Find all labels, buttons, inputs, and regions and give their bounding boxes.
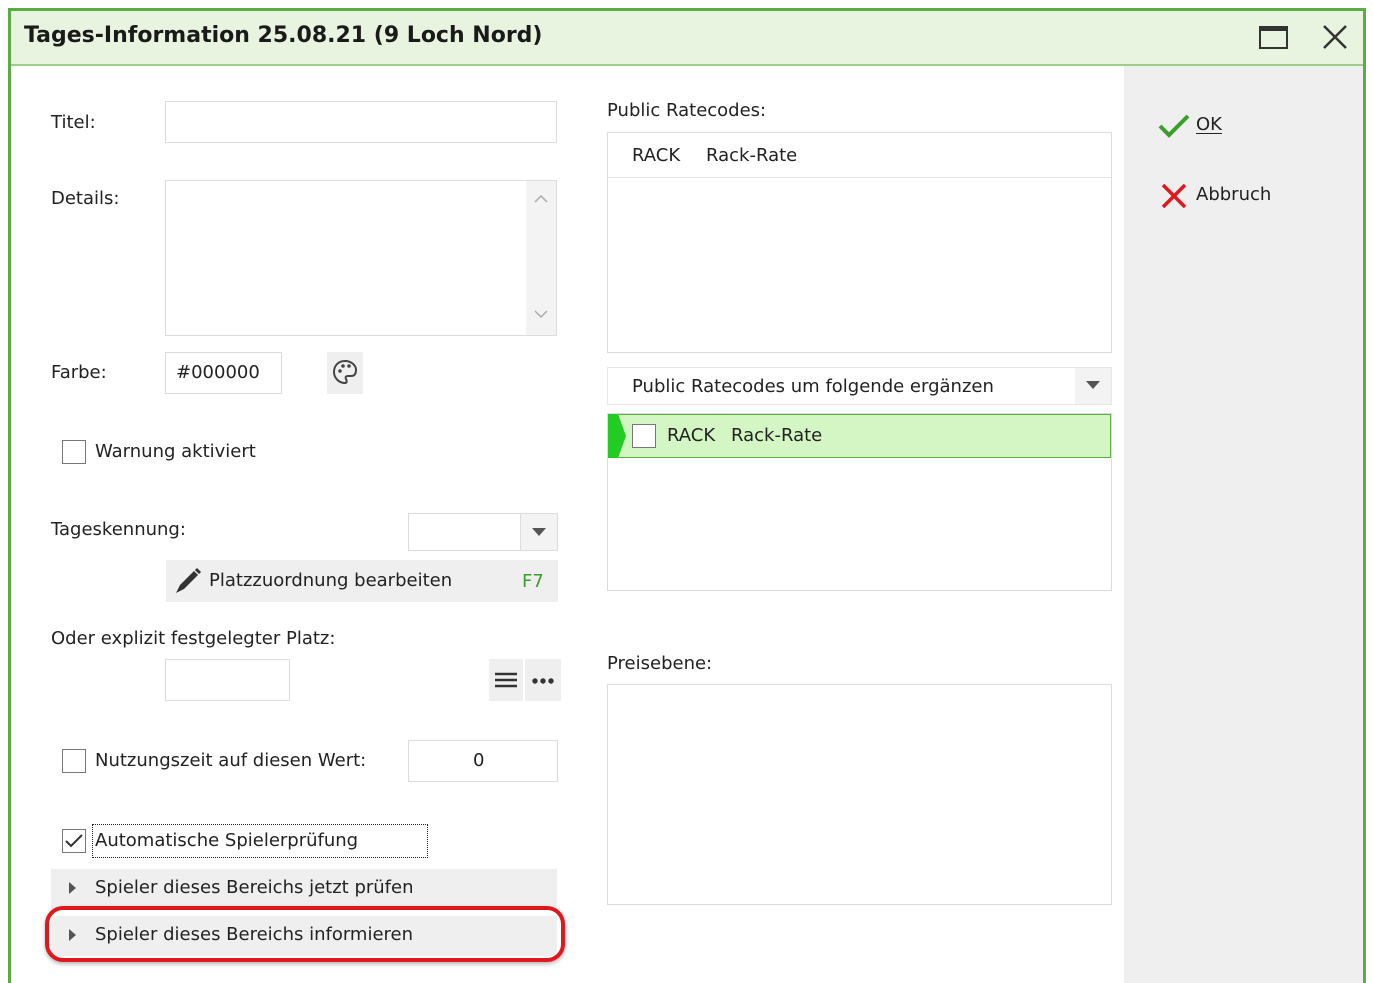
title-bar: Tages-Information 25.08.21 (9 Loch Nord) — [11, 11, 1363, 66]
extra-ratecode-checkbox[interactable] — [632, 424, 656, 448]
platz-list-button[interactable] — [489, 659, 523, 701]
platz-input[interactable] — [165, 659, 290, 701]
platz-label: Oder explizit festgelegter Platz: — [51, 628, 336, 649]
ratecodes-combo-value: Public Ratecodes um folgende ergänzen — [632, 376, 994, 397]
farbe-input[interactable]: #000000 — [165, 352, 282, 394]
close-button[interactable] — [1319, 23, 1353, 53]
details-scrollbar[interactable] — [526, 181, 556, 335]
platz-more-button[interactable] — [525, 659, 561, 701]
warnung-label: Warnung aktiviert — [95, 441, 256, 462]
ratecodes-list[interactable]: RACK Rack-Rate — [607, 132, 1112, 353]
warnung-checkbox[interactable] — [62, 440, 86, 464]
extra-ratecode-name: Rack-Rate — [731, 425, 823, 446]
dialog-window: Tages-Information 25.08.21 (9 Loch Nord)… — [8, 8, 1366, 983]
preisebene-label: Preisebene: — [607, 653, 713, 674]
maximize-button[interactable] — [1257, 23, 1291, 53]
platzzuordnung-button[interactable]: Platzzuordnung bearbeiten F7 — [166, 560, 558, 602]
ratecodes-label: Public Ratecodes: — [607, 100, 767, 121]
titel-label: Titel: — [51, 112, 96, 133]
abbruch-label: Abbruch — [1196, 184, 1272, 205]
palette-icon — [332, 359, 358, 385]
platzzuordnung-label: Platzzuordnung bearbeiten — [209, 570, 453, 591]
list-item-selected[interactable]: RACK Rack-Rate — [608, 414, 1111, 458]
nutzungszeit-checkbox[interactable] — [62, 749, 86, 773]
list-item[interactable]: RACK Rack-Rate — [608, 133, 1111, 178]
window-title: Tages-Information 25.08.21 (9 Loch Nord) — [24, 23, 543, 48]
ratecodes-combo[interactable]: Public Ratecodes um folgende ergänzen — [607, 367, 1112, 405]
more-dots-icon — [532, 678, 554, 684]
auto-pruefung-label: Automatische Spielerprüfung — [95, 830, 359, 851]
pencil-icon — [176, 567, 202, 593]
row-indicator-icon — [608, 414, 626, 458]
farbe-label: Farbe: — [51, 362, 107, 383]
nutzungszeit-input[interactable]: 0 — [408, 740, 558, 782]
close-icon — [1323, 25, 1347, 49]
ok-label: OK — [1196, 114, 1222, 135]
checkbox-check-icon — [65, 834, 83, 848]
highlight-annotation — [45, 906, 565, 962]
cancel-x-icon — [1161, 183, 1187, 209]
ratecodes-combo-dropdown-button[interactable] — [1075, 368, 1111, 404]
ratecode-code: RACK — [632, 145, 681, 166]
maximize-icon — [1259, 26, 1288, 49]
auto-pruefung-focus: Automatische Spielerprüfung — [92, 824, 428, 858]
scroll-up-icon[interactable] — [534, 194, 548, 204]
checkmark-icon — [1158, 114, 1190, 138]
details-textarea[interactable] — [165, 180, 557, 336]
pruefen-label: Spieler dieses Bereichs jetzt prüfen — [95, 877, 414, 898]
nutzungszeit-value: 0 — [473, 750, 485, 771]
chevron-down-icon — [532, 528, 546, 536]
details-label: Details: — [51, 188, 120, 209]
titel-input[interactable] — [165, 101, 557, 143]
color-picker-button[interactable] — [327, 352, 363, 394]
pruefen-expander[interactable]: Spieler dieses Bereichs jetzt prüfen — [51, 869, 557, 909]
chevron-down-icon — [1086, 381, 1100, 389]
auto-pruefung-checkbox[interactable] — [62, 829, 86, 853]
preisebene-list[interactable] — [607, 684, 1112, 905]
scroll-down-icon[interactable] — [534, 309, 548, 319]
list-icon — [495, 672, 517, 688]
nutzungszeit-label: Nutzungszeit auf diesen Wert: — [95, 750, 367, 771]
action-panel: OK Abbruch — [1124, 66, 1363, 983]
extra-ratecode-code: RACK — [667, 425, 716, 446]
expand-arrow-icon — [69, 882, 76, 894]
farbe-value: #000000 — [176, 362, 260, 383]
ratecodes-extra-list[interactable]: RACK Rack-Rate — [607, 413, 1112, 591]
ratecode-name: Rack-Rate — [706, 145, 798, 166]
platzzuordnung-shortcut: F7 — [522, 571, 544, 592]
tageskennung-dropdown-button[interactable] — [520, 514, 557, 550]
tageskennung-label: Tageskennung: — [51, 519, 186, 540]
tageskennung-select[interactable] — [408, 513, 558, 551]
